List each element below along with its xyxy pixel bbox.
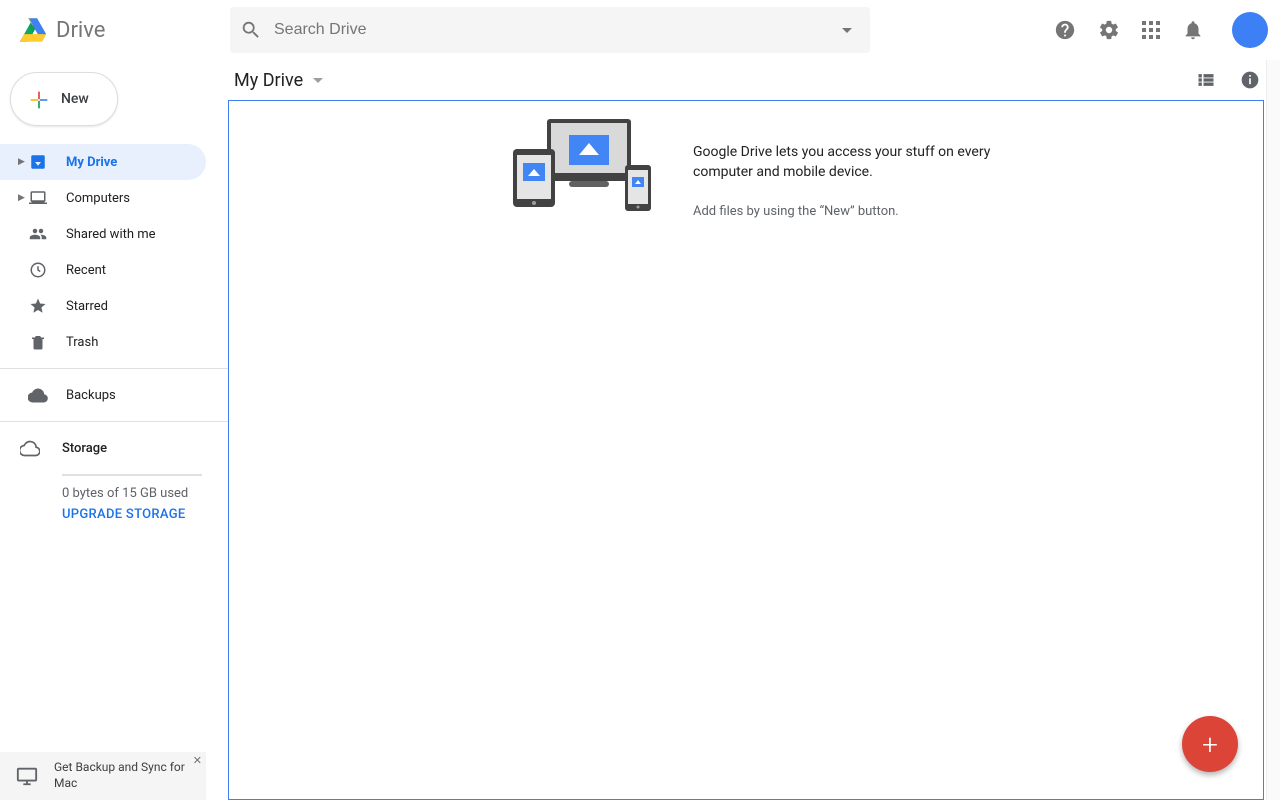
star-icon (28, 297, 48, 315)
computers-icon (28, 189, 48, 207)
scrollbar[interactable] (1266, 60, 1280, 800)
backup-sync-promo[interactable]: Get Backup and Sync for Mac ✕ (0, 752, 206, 800)
search-box[interactable] (230, 7, 870, 53)
breadcrumb[interactable]: My Drive (234, 70, 323, 91)
empty-headline: Google Drive lets you access your stuff … (693, 143, 993, 182)
close-icon[interactable]: ✕ (193, 754, 202, 767)
sidebar-item-label: Backups (66, 388, 116, 403)
storage-used-text: 0 bytes of 15 GB used (62, 486, 228, 501)
promo-label: Get Backup and Sync for Mac (54, 760, 198, 791)
search-options-caret-icon[interactable] (842, 28, 852, 33)
recent-clock-icon (28, 261, 48, 279)
list-view-icon[interactable] (1196, 70, 1216, 90)
sidebar-item-starred[interactable]: Starred (0, 288, 206, 324)
expand-caret-icon[interactable]: ▶ (18, 193, 28, 203)
settings-gear-icon[interactable] (1098, 19, 1120, 41)
info-icon[interactable] (1240, 70, 1260, 90)
trash-icon (28, 333, 48, 351)
search-icon (240, 19, 262, 41)
drive-logo-icon (20, 18, 46, 42)
divider (0, 421, 228, 422)
apps-grid-icon[interactable] (1142, 21, 1160, 39)
sidebar-item-label: Shared with me (66, 227, 156, 242)
empty-devices-illustration-icon (499, 113, 669, 223)
sidebar-item-label: My Drive (66, 155, 117, 170)
account-avatar[interactable] (1232, 12, 1268, 48)
app-title: Drive (56, 18, 105, 43)
sidebar-item-computers[interactable]: ▶ Computers (0, 180, 206, 216)
new-button[interactable]: New (10, 72, 118, 126)
sidebar-item-label: Computers (66, 191, 130, 206)
breadcrumb-label: My Drive (234, 70, 303, 91)
sidebar-item-label: Starred (66, 299, 108, 314)
chevron-down-icon (313, 78, 323, 83)
sidebar-item-recent[interactable]: Recent (0, 252, 206, 288)
divider (0, 368, 228, 369)
shared-icon (28, 225, 48, 243)
sidebar-item-label: Trash (66, 335, 98, 350)
sidebar-item-backups[interactable]: Backups (0, 377, 206, 413)
sidebar-item-my-drive[interactable]: ▶ My Drive (0, 144, 206, 180)
plus-icon: + (1202, 728, 1218, 761)
sidebar-item-label: Recent (66, 263, 106, 278)
sidebar: New ▶ My Drive ▶ Computers Shared with m… (0, 60, 228, 800)
storage-label: Storage (62, 441, 107, 456)
my-drive-icon (28, 153, 48, 171)
file-drop-area[interactable]: Google Drive lets you access your stuff … (228, 100, 1264, 800)
expand-caret-icon[interactable]: ▶ (18, 157, 28, 167)
new-button-label: New (61, 91, 89, 107)
sidebar-item-trash[interactable]: Trash (0, 324, 206, 360)
fab-add-button[interactable]: + (1182, 716, 1238, 772)
plus-icon (29, 90, 47, 108)
help-icon[interactable] (1054, 19, 1076, 41)
cloud-backup-icon (28, 385, 48, 405)
search-input[interactable] (274, 21, 842, 39)
desktop-icon (16, 765, 38, 787)
upgrade-storage-link[interactable]: UPGRADE STORAGE (62, 507, 228, 522)
sidebar-item-shared[interactable]: Shared with me (0, 216, 206, 252)
notifications-bell-icon[interactable] (1182, 19, 1204, 41)
storage-progress-bar (62, 474, 202, 476)
sidebar-item-storage[interactable]: Storage (20, 438, 228, 458)
empty-subline: Add files by using the “New” button. (693, 204, 993, 219)
cloud-storage-icon (20, 438, 40, 458)
